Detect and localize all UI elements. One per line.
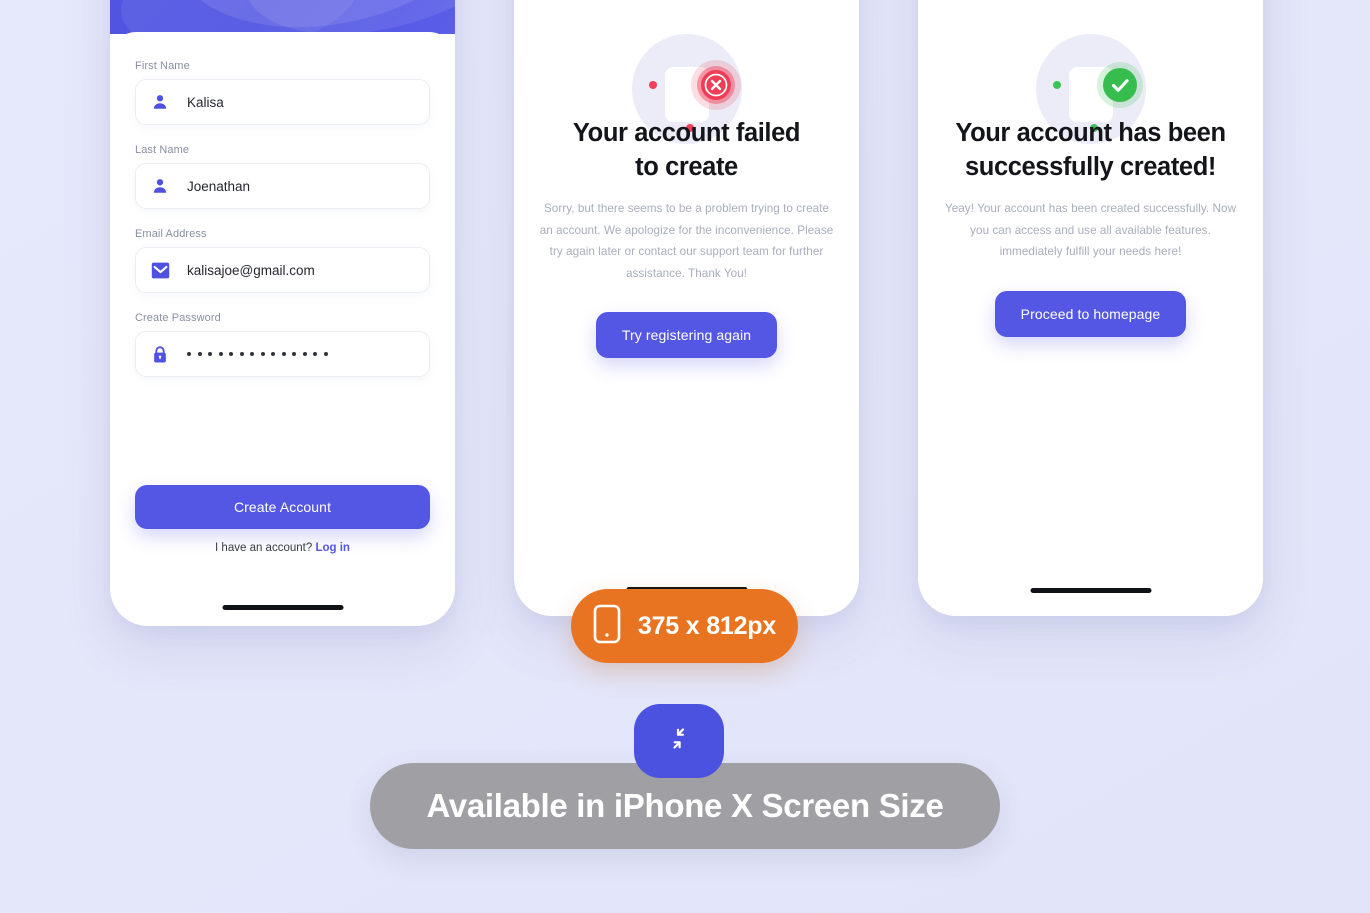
minimize-button[interactable] (634, 704, 724, 778)
screen-size-badge: 375 x 812px (571, 589, 798, 663)
phone-register-screen: register first First Name Kalisa (110, 0, 455, 626)
success-description: Yeay! Your account has been created succ… (944, 202, 1237, 258)
email-input[interactable]: kalisajoe@gmail.com (135, 247, 430, 293)
field-first-name: First Name Kalisa (135, 60, 430, 125)
field-email: Email Address kalisajoe@gmail.com (135, 228, 430, 293)
login-prompt-text: I have an account? (215, 542, 313, 554)
field-label: Last Name (135, 144, 190, 156)
try-registering-again-button[interactable]: Try registering again (595, 312, 778, 358)
field-label: Email Address (135, 228, 207, 240)
home-indicator (222, 605, 343, 610)
login-prompt-row: I have an account? Log in (110, 542, 455, 554)
email-icon (150, 260, 170, 280)
phone-success-screen: Your account has been successfully creat… (918, 0, 1263, 616)
failed-sheet: Your account failed to create Sorry, but… (514, 0, 859, 616)
mobile-device-icon (593, 604, 621, 649)
screen-size-label: 375 x 812px (637, 611, 777, 640)
success-title: Your account has been successfully creat… (942, 116, 1239, 184)
success-sheet: Your account has been successfully creat… (918, 0, 1263, 616)
hero-header (110, 0, 455, 34)
first-name-value: Kalisa (187, 94, 224, 110)
last-name-input[interactable]: Joenathan (135, 163, 430, 209)
first-name-input[interactable]: Kalisa (135, 79, 430, 125)
success-title-line-2: successfully created! (965, 153, 1216, 181)
proceed-to-homepage-button[interactable]: Proceed to homepage (994, 290, 1187, 337)
failed-title-line-2: to create (635, 153, 738, 181)
failed-title-line-1: Your account failed (572, 119, 801, 147)
field-label: Create Password (135, 312, 221, 324)
failed-content: Your account failed to create Sorry, but… (514, 0, 859, 358)
email-value: kalisajoe@gmail.com (187, 262, 315, 278)
lock-icon (150, 344, 170, 364)
user-icon (150, 92, 170, 112)
field-last-name: Last Name Joenathan (135, 144, 430, 209)
field-password: Create Password (135, 312, 430, 377)
login-link[interactable]: Log in (315, 542, 350, 554)
minimize-arrows-icon (664, 724, 694, 759)
password-masked-value (187, 352, 328, 356)
failed-title: Your account failed to create (538, 116, 835, 184)
last-name-value: Joenathan (187, 178, 251, 194)
field-label: First Name (135, 60, 190, 72)
home-indicator (1030, 588, 1151, 593)
register-form: First Name Kalisa Last Name Joenathan Em… (110, 32, 455, 377)
success-title-line-1: Your account has been (955, 119, 1226, 147)
register-sheet: First Name Kalisa Last Name Joenathan Em… (110, 32, 455, 626)
user-icon (150, 176, 170, 196)
password-input[interactable] (135, 331, 430, 377)
success-content: Your account has been successfully creat… (918, 0, 1263, 337)
create-account-button[interactable]: Create Account (135, 485, 430, 529)
phone-failed-screen: Your account failed to create Sorry, but… (514, 0, 859, 616)
failed-description: Sorry, but there seems to be a problem t… (539, 202, 834, 280)
availability-banner-label: Available in iPhone X Screen Size (426, 787, 944, 824)
